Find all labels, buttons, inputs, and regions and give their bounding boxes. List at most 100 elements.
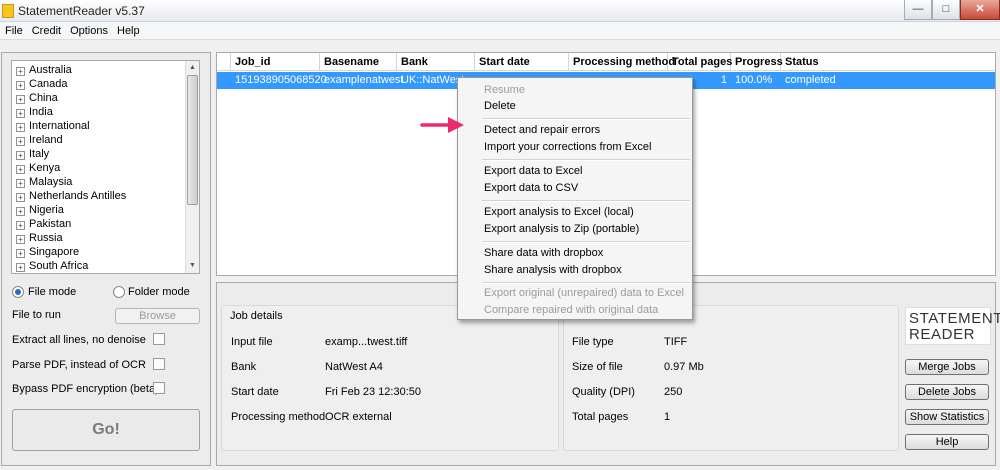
- country-tree[interactable]: + Australia + Canada + China + India + Intern…: [11, 60, 200, 274]
- column-header-progress[interactable]: Progress: [731, 53, 783, 71]
- menu-item-export-analysis-excel[interactable]: Export analysis to Excel (local): [484, 205, 634, 219]
- menu-options[interactable]: Options: [65, 22, 112, 38]
- tree-item[interactable]: + International: [16, 119, 90, 133]
- tree-item[interactable]: + India: [16, 105, 53, 119]
- column-header-total-pages[interactable]: Total pages: [668, 53, 732, 71]
- tree-item-label: Ireland: [29, 134, 63, 146]
- help-button[interactable]: Help: [905, 434, 989, 450]
- menu-item-export-excel[interactable]: Export data to Excel: [484, 164, 582, 178]
- parse-pdf-checkbox[interactable]: [153, 358, 165, 370]
- expand-icon[interactable]: +: [16, 81, 25, 90]
- menu-help[interactable]: Help: [112, 22, 144, 38]
- expand-icon[interactable]: +: [16, 179, 25, 188]
- tree-item[interactable]: + Canada: [16, 77, 68, 91]
- detail-value: NatWest A4: [325, 361, 383, 373]
- detail-value: 0.97 Mb: [664, 361, 704, 373]
- file-mode-radio[interactable]: [12, 286, 24, 298]
- scroll-thumb[interactable]: [187, 75, 198, 205]
- file-mode-label: File mode: [28, 286, 77, 298]
- menu-item-delete[interactable]: Delete: [484, 99, 516, 113]
- expand-icon[interactable]: +: [16, 193, 25, 202]
- tree-item[interactable]: + Nigeria: [16, 203, 64, 217]
- browse-button[interactable]: Browse: [115, 308, 200, 324]
- cell-basename: examplenatwest: [324, 74, 404, 86]
- expand-icon[interactable]: +: [16, 151, 25, 160]
- column-header-bank[interactable]: Bank: [397, 53, 475, 71]
- column-header-status[interactable]: Status: [781, 53, 995, 71]
- column-header-start-date[interactable]: Start date: [475, 53, 569, 71]
- column-header-job-id[interactable]: Job_id: [231, 53, 320, 71]
- tree-item-label: India: [29, 106, 53, 118]
- maximize-button[interactable]: □: [932, 0, 960, 20]
- detail-value: Fri Feb 23 12:30:50: [325, 386, 422, 398]
- menu-item-share-analysis-dropbox[interactable]: Share analysis with dropbox: [484, 263, 622, 277]
- folder-mode-radio[interactable]: [113, 286, 125, 298]
- column-header-processing-method[interactable]: Processing method: [569, 53, 675, 71]
- menu-bar: File Credit Options Help: [0, 22, 1000, 40]
- tree-item[interactable]: + Malaysia: [16, 175, 72, 189]
- left-panel: + Australia + Canada + China + India + Intern…: [1, 52, 211, 466]
- menu-item-export-csv[interactable]: Export data to CSV: [484, 181, 578, 195]
- go-button[interactable]: Go!: [12, 409, 200, 451]
- menu-item-detect-repair[interactable]: Detect and repair errors: [484, 123, 600, 137]
- expand-icon[interactable]: +: [16, 263, 25, 272]
- expand-icon[interactable]: +: [16, 67, 25, 76]
- detail-label: Size of file: [572, 361, 623, 373]
- expand-icon[interactable]: +: [16, 207, 25, 216]
- menu-credit[interactable]: Credit: [27, 22, 65, 38]
- statement-reader-logo: STATEMENT READER: [905, 307, 1000, 345]
- file-details-group: File type TIFF Size of file 0.97 Mb Qual…: [563, 305, 899, 451]
- window-title: StatementReader v5.37: [18, 4, 145, 18]
- expand-icon[interactable]: +: [16, 249, 25, 258]
- tree-scrollbar[interactable]: ▲ ▼: [185, 61, 199, 273]
- detail-label: Quality (DPI): [572, 386, 635, 398]
- file-to-run-label: File to run: [12, 309, 61, 321]
- extract-all-lines-checkbox[interactable]: [153, 333, 165, 345]
- tree-item-label: Australia: [29, 64, 72, 76]
- menu-item-import-corrections[interactable]: Import your corrections from Excel: [484, 140, 652, 154]
- tree-item[interactable]: + Australia: [16, 63, 72, 77]
- tree-item[interactable]: + Ireland: [16, 133, 63, 147]
- expand-icon[interactable]: +: [16, 123, 25, 132]
- tree-item[interactable]: + Singapore: [16, 245, 79, 259]
- tree-item[interactable]: + Pakistan: [16, 217, 71, 231]
- close-button[interactable]: ✕: [960, 0, 1000, 20]
- menu-item-compare-repaired[interactable]: Compare repaired with original data: [484, 303, 658, 317]
- bypass-encryption-checkbox[interactable]: [153, 382, 165, 394]
- expand-icon[interactable]: +: [16, 109, 25, 118]
- scroll-up-icon[interactable]: ▲: [186, 61, 199, 74]
- tree-item[interactable]: + Russia: [16, 231, 63, 245]
- expand-icon[interactable]: +: [16, 221, 25, 230]
- column-header-basename[interactable]: Basename: [320, 53, 397, 71]
- menu-item-export-original[interactable]: Export original (unrepaired) data to Exc…: [484, 286, 684, 300]
- minimize-button[interactable]: —: [904, 0, 932, 20]
- option-label: Parse PDF, instead of OCR: [12, 359, 146, 371]
- option-label: Bypass PDF encryption (beta): [12, 383, 159, 395]
- menu-item-export-analysis-zip[interactable]: Export analysis to Zip (portable): [484, 222, 639, 236]
- expand-icon[interactable]: +: [16, 137, 25, 146]
- table-header: Job_id Basename Bank Start date Processi…: [217, 53, 995, 71]
- menu-item-share-data-dropbox[interactable]: Share data with dropbox: [484, 246, 603, 260]
- tree-item-label: Singapore: [29, 246, 80, 258]
- menu-item-resume[interactable]: Resume: [484, 83, 525, 97]
- tree-item-label: Pakistan: [29, 218, 72, 230]
- merge-jobs-button[interactable]: Merge Jobs: [905, 359, 989, 375]
- scroll-down-icon[interactable]: ▼: [186, 259, 199, 272]
- menu-separator: [482, 241, 690, 243]
- menu-file[interactable]: File: [0, 22, 27, 38]
- tree-item-label: Canada: [29, 78, 68, 90]
- tree-item[interactable]: + Italy: [16, 147, 49, 161]
- menu-separator: [482, 282, 690, 284]
- tree-item-label: Kenya: [29, 162, 61, 174]
- tree-item-label: Nigeria: [29, 204, 64, 216]
- expand-icon[interactable]: +: [16, 95, 25, 104]
- tree-item[interactable]: + South Africa: [16, 259, 88, 273]
- cell-job-id: 151938905068520: [235, 74, 327, 86]
- delete-jobs-button[interactable]: Delete Jobs: [905, 384, 989, 400]
- show-statistics-button[interactable]: Show Statistics: [905, 409, 989, 425]
- expand-icon[interactable]: +: [16, 235, 25, 244]
- tree-item[interactable]: + Kenya: [16, 161, 60, 175]
- tree-item[interactable]: + Netherlands Antilles: [16, 189, 126, 203]
- expand-icon[interactable]: +: [16, 165, 25, 174]
- tree-item[interactable]: + China: [16, 91, 58, 105]
